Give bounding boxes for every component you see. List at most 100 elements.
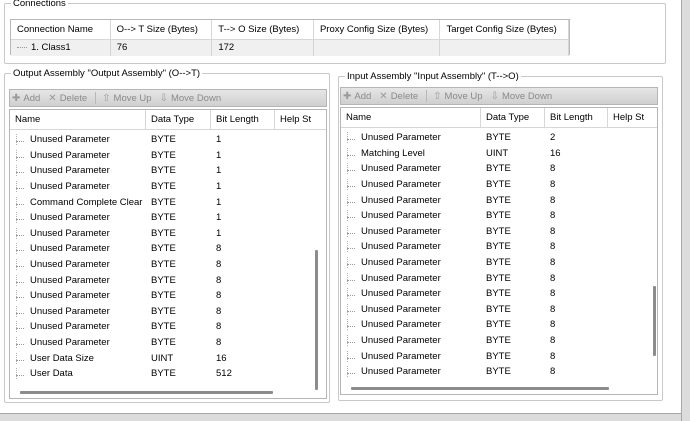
bit-length-cell[interactable]: 1 [211, 212, 275, 223]
param-name-cell[interactable]: Unused Parameter [10, 181, 146, 193]
param-name-cell[interactable]: Unused Parameter [341, 303, 481, 315]
bit-length-cell[interactable]: 1 [211, 165, 275, 176]
bit-length-cell[interactable]: 1 [211, 228, 275, 239]
bit-length-cell[interactable]: 8 [545, 210, 608, 221]
input-vertical-scrollbar[interactable] [653, 286, 656, 356]
table-row[interactable]: Unused Parameter BYTE 8 [10, 335, 326, 351]
bit-length-cell[interactable]: 8 [545, 257, 608, 268]
data-type-cell[interactable]: BYTE [146, 197, 211, 208]
to-size-cell[interactable]: 172 [212, 40, 314, 56]
bit-length-cell[interactable]: 8 [211, 290, 275, 301]
table-row[interactable]: Unused Parameter BYTE 1 [10, 210, 326, 226]
table-row[interactable]: Unused Parameter BYTE 8 [341, 239, 657, 255]
param-name-cell[interactable]: Unused Parameter [341, 241, 481, 253]
bit-length-cell[interactable]: 8 [545, 273, 608, 284]
table-row[interactable]: Unused Parameter BYTE 8 [341, 302, 657, 318]
data-type-cell[interactable]: BYTE [146, 306, 211, 317]
table-row[interactable]: Unused Parameter BYTE 8 [341, 224, 657, 240]
connections-grid[interactable]: Connection Name O--> T Size (Bytes) T-->… [10, 19, 570, 56]
output-delete-button[interactable]: ✕ Delete [48, 93, 87, 104]
param-name-cell[interactable]: Matching Level [341, 147, 481, 159]
data-type-cell[interactable]: BYTE [481, 288, 545, 299]
data-type-cell[interactable]: BYTE [481, 210, 545, 221]
param-name-cell[interactable]: Unused Parameter [10, 134, 146, 146]
param-name-cell[interactable]: Unused Parameter [10, 274, 146, 286]
param-name-cell[interactable]: Unused Parameter [341, 210, 481, 222]
bit-length-cell[interactable]: 16 [545, 148, 608, 159]
bit-length-cell[interactable]: 8 [545, 179, 608, 190]
data-type-cell[interactable]: BYTE [481, 335, 545, 346]
data-type-cell[interactable]: BYTE [481, 241, 545, 252]
output-vertical-scrollbar[interactable] [315, 250, 318, 390]
table-row[interactable]: Unused Parameter BYTE 8 [341, 348, 657, 364]
data-type-cell[interactable]: BYTE [146, 165, 211, 176]
param-name-cell[interactable]: Unused Parameter [341, 163, 481, 175]
bit-length-cell[interactable]: 8 [545, 241, 608, 252]
table-row[interactable]: Unused Parameter BYTE 8 [341, 255, 657, 271]
param-name-cell[interactable]: Unused Parameter [341, 257, 481, 269]
data-type-cell[interactable]: UINT [146, 353, 211, 364]
input-move-up-button[interactable]: ⇧ Move Up [433, 91, 482, 102]
bit-length-cell[interactable]: 8 [545, 304, 608, 315]
input-horizontal-scrollbar[interactable] [351, 387, 609, 390]
param-name-cell[interactable]: Unused Parameter [10, 243, 146, 255]
data-type-cell[interactable]: BYTE [481, 273, 545, 284]
bit-length-cell[interactable]: 16 [211, 353, 275, 364]
data-type-cell[interactable]: BYTE [146, 181, 211, 192]
data-type-cell[interactable]: BYTE [481, 163, 545, 174]
col-ot-size[interactable]: O--> T Size (Bytes) [110, 20, 213, 40]
param-name-cell[interactable]: Unused Parameter [341, 288, 481, 300]
table-row[interactable]: Unused Parameter BYTE 1 [10, 163, 326, 179]
data-type-cell[interactable]: BYTE [146, 321, 211, 332]
param-name-cell[interactable]: Unused Parameter [10, 212, 146, 224]
data-type-cell[interactable]: BYTE [481, 179, 545, 190]
table-row[interactable]: Unused Parameter BYTE 8 [10, 304, 326, 320]
table-row[interactable]: Unused Parameter BYTE 1 [10, 226, 326, 242]
table-row[interactable]: Unused Parameter BYTE 2 [341, 130, 657, 146]
data-type-cell[interactable]: BYTE [481, 195, 545, 206]
param-name-cell[interactable]: Unused Parameter [10, 305, 146, 317]
param-name-cell[interactable]: Unused Parameter [10, 227, 146, 239]
bit-length-cell[interactable]: 8 [211, 306, 275, 317]
connection-row[interactable]: 1. Class1 76 172 [11, 40, 569, 56]
table-row[interactable]: Command Complete Clear BYTE 1 [10, 194, 326, 210]
param-name-cell[interactable]: Unused Parameter [341, 132, 481, 144]
data-type-cell[interactable]: BYTE [146, 134, 211, 145]
table-row[interactable]: Unused Parameter BYTE 1 [10, 132, 326, 148]
param-name-cell[interactable]: Unused Parameter [341, 272, 481, 284]
bit-length-cell[interactable]: 8 [211, 337, 275, 348]
param-name-cell[interactable]: Unused Parameter [10, 321, 146, 333]
data-type-cell[interactable]: BYTE [146, 275, 211, 286]
bit-length-cell[interactable]: 8 [545, 163, 608, 174]
output-add-button[interactable]: ✚ Add [12, 93, 40, 104]
input-move-down-button[interactable]: ⇩ Move Down [491, 91, 553, 102]
param-name-cell[interactable]: Unused Parameter [341, 225, 481, 237]
table-row[interactable]: User Data Size UINT 16 [10, 350, 326, 366]
table-row[interactable]: Unused Parameter BYTE 8 [10, 272, 326, 288]
table-row[interactable]: Matching Level UINT 16 [341, 146, 657, 162]
bit-length-cell[interactable]: 8 [545, 319, 608, 330]
col-target-config-size[interactable]: Target Config Size (Bytes) [440, 20, 570, 40]
bit-length-cell[interactable]: 8 [545, 288, 608, 299]
param-name-cell[interactable]: Unused Parameter [341, 366, 481, 378]
table-row[interactable]: Unused Parameter BYTE 8 [341, 270, 657, 286]
input-add-button[interactable]: ✚ Add [343, 91, 371, 102]
input-delete-button[interactable]: ✕ Delete [379, 91, 418, 102]
bit-length-cell[interactable]: 1 [211, 134, 275, 145]
proxy-size-cell[interactable] [314, 40, 441, 56]
bit-length-cell[interactable]: 512 [211, 368, 275, 379]
data-type-cell[interactable]: BYTE [146, 150, 211, 161]
param-name-cell[interactable]: Unused Parameter [341, 350, 481, 362]
table-row[interactable]: Unused Parameter BYTE 8 [341, 286, 657, 302]
param-name-cell[interactable]: Unused Parameter [341, 179, 481, 191]
col-help-string[interactable]: Help St [608, 108, 653, 127]
param-name-cell[interactable]: Unused Parameter [10, 290, 146, 302]
table-row[interactable]: Unused Parameter BYTE 8 [341, 208, 657, 224]
bit-length-cell[interactable]: 8 [545, 366, 608, 377]
output-grid[interactable]: Name Data Type Bit Length Help St Unused… [9, 109, 327, 399]
col-bit-length[interactable]: Bit Length [545, 108, 608, 127]
param-name-cell[interactable]: Unused Parameter [10, 259, 146, 271]
table-row[interactable]: Unused Parameter BYTE 8 [341, 364, 657, 380]
connection-name-cell[interactable]: 1. Class1 [11, 40, 111, 56]
ot-size-cell[interactable]: 76 [111, 40, 213, 56]
